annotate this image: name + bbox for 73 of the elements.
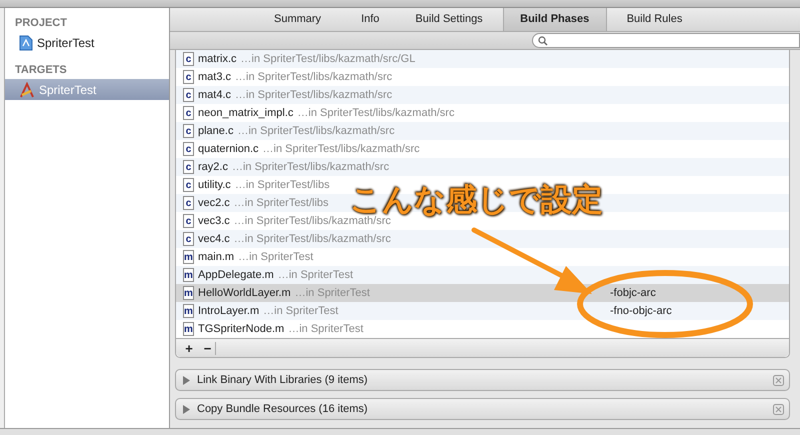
file-path: …in SpriterTest/libs/kazmath/src: [234, 214, 391, 229]
file-name: main.m: [198, 250, 234, 265]
source-file-icon: m: [183, 268, 194, 282]
file-path: …in SpriterTest: [278, 268, 354, 283]
file-name: mat3.c: [198, 70, 232, 85]
tab[interactable]: Build Settings: [401, 8, 497, 31]
file-path: …in SpriterTest/libs/kazmath/src: [235, 70, 392, 85]
compiler-flags: -fno-objc-arc: [610, 304, 672, 319]
search-field[interactable]: [532, 33, 800, 48]
file-name: ray2.c: [198, 160, 228, 175]
source-file-icon: c: [183, 106, 194, 120]
phase-title: Link Binary With Libraries (9 items): [197, 372, 369, 388]
source-file-icon: c: [183, 124, 194, 138]
file-name: TGSpriterNode.m: [198, 322, 284, 337]
file-path: …in SpriterTest/libs/kazmath/src: [237, 124, 395, 139]
source-file-icon: c: [183, 160, 194, 174]
source-file-icon: c: [183, 232, 194, 246]
file-path: …in SpriterTest/libs/kazmath/src: [262, 142, 420, 157]
file-name: IntroLayer.m: [198, 304, 260, 319]
tab[interactable]: Build Rules: [612, 8, 696, 31]
build-phase-header[interactable]: Copy Bundle Resources (16 items): [175, 398, 790, 420]
collapsed-triangle-icon[interactable]: [182, 376, 190, 384]
source-file-icon: c: [183, 88, 194, 102]
file-path: …in SpriterTest: [288, 322, 364, 337]
file-name: vec2.c: [198, 196, 230, 211]
section-header: TARGETS: [14, 63, 68, 78]
delete-icon[interactable]: [773, 404, 784, 414]
section-header: PROJECT: [14, 16, 68, 31]
file-name: neon_matrix_impl.c: [198, 106, 294, 121]
tab[interactable]: Summary: [260, 8, 336, 31]
file-name: mat4.c: [198, 88, 232, 103]
source-file-icon: c: [183, 142, 194, 156]
file-name: utility.c: [198, 178, 231, 193]
file-name: AppDelegate.m: [198, 268, 274, 283]
source-file-icon: m: [183, 322, 194, 336]
file-name: matrix.c: [198, 52, 236, 67]
file-path: …in SpriterTest/libs/kazmath/src: [232, 160, 390, 175]
search-icon: [538, 36, 548, 46]
file-name: vec4.c: [198, 232, 230, 247]
remove-button[interactable]: −: [202, 342, 216, 354]
annotation-text: こんな感じで設定: [350, 184, 603, 215]
file-path: …in SpriterTest/libs/kazmath/src/GL: [240, 52, 416, 67]
source-file-icon: c: [183, 178, 194, 192]
source-file-icon: c: [183, 196, 194, 210]
delete-icon[interactable]: [773, 374, 784, 386]
collapsed-triangle-icon[interactable]: [182, 404, 190, 414]
project-file-icon: [19, 34, 33, 50]
sidebar-item[interactable]: SpriterTest: [5, 32, 169, 53]
add-button[interactable]: +: [182, 342, 196, 354]
source-file-icon: c: [183, 214, 194, 228]
file-name: vec3.c: [198, 214, 230, 229]
source-file-icon: m: [183, 250, 194, 264]
tab[interactable]: Info: [347, 8, 394, 31]
file-name: HelloWorldLayer.m: [198, 286, 291, 301]
build-phase-header[interactable]: Link Binary With Libraries (9 items): [175, 369, 790, 391]
file-name: quaternion.c: [198, 142, 259, 157]
compass-pencil-icon: [19, 82, 35, 98]
file-path: …in SpriterTest: [294, 286, 370, 301]
file-path: …in SpriterTest/libs/kazmath/src: [235, 88, 392, 103]
file-path: …in SpriterTest/libs/kazmath/src: [234, 232, 391, 247]
tab[interactable]: Build Phases: [502, 8, 607, 31]
source-file-icon: m: [183, 286, 194, 300]
source-file-icon: c: [183, 70, 194, 84]
file-path: …in SpriterTest/libs: [234, 178, 330, 193]
file-path: …in SpriterTest: [263, 304, 338, 319]
phase-title: Copy Bundle Resources (16 items): [197, 402, 369, 417]
source-file-icon: m: [183, 304, 194, 318]
file-name: plane.c: [198, 124, 234, 139]
compiler-flags: -fobjc-arc: [610, 286, 656, 301]
source-file-icon: c: [183, 52, 194, 66]
file-path: …in SpriterTest/libs/kazmath/src: [297, 106, 454, 121]
file-path: …in SpriterTest: [238, 250, 314, 265]
file-path: …in SpriterTest/libs: [234, 196, 329, 211]
